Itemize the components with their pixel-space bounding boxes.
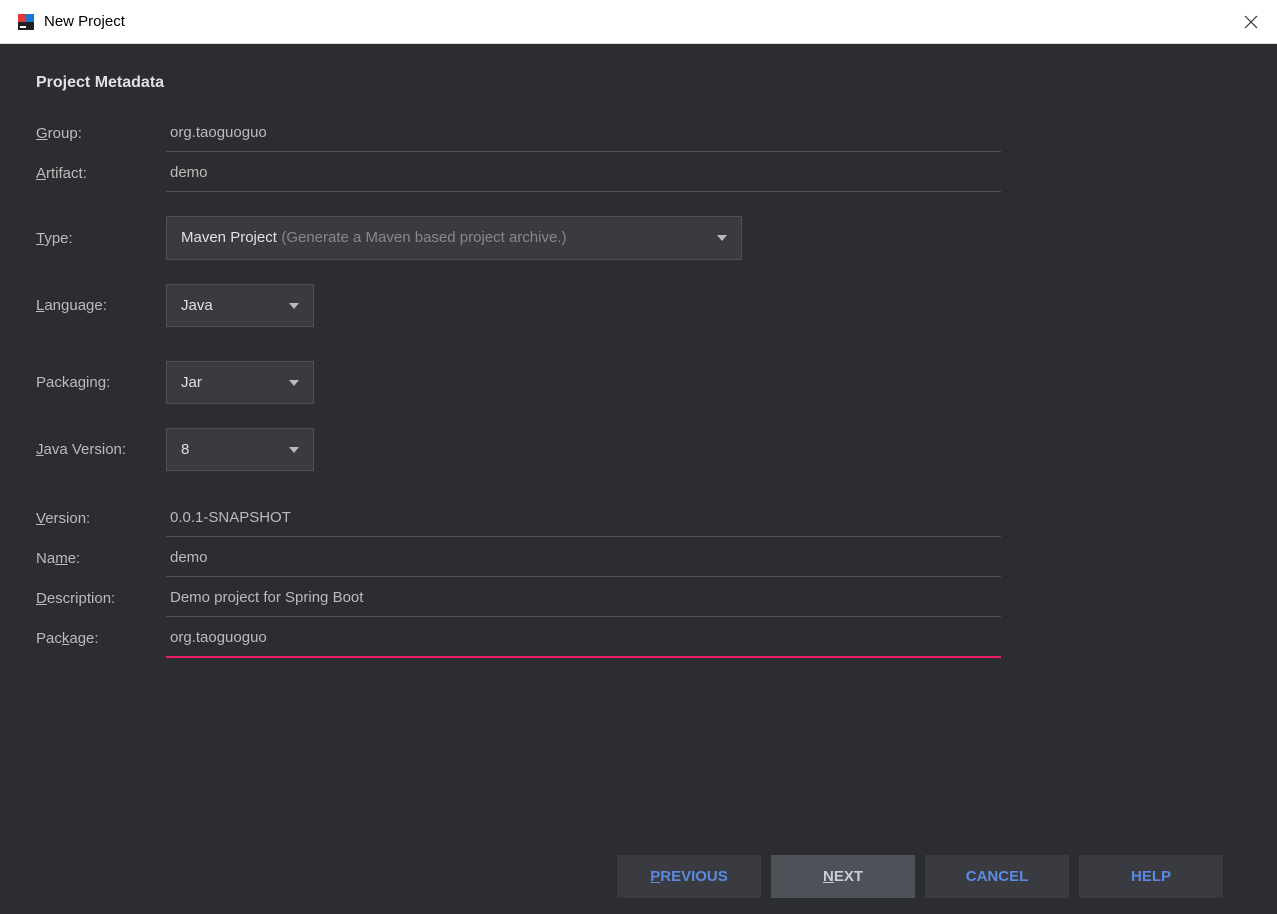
description-label: Description: (36, 590, 166, 607)
language-dropdown[interactable]: Java (166, 284, 314, 327)
cancel-button[interactable]: CANCEL (925, 855, 1069, 898)
window-title: New Project (44, 13, 125, 30)
intellij-icon (16, 12, 36, 32)
footer-buttons: PREVIOUS NEXT CANCEL HELP (36, 839, 1241, 914)
titlebar: New Project (0, 0, 1277, 44)
chevron-down-icon (289, 447, 299, 453)
description-input[interactable] (166, 579, 1001, 617)
name-input[interactable] (166, 539, 1001, 577)
version-label: Version: (36, 510, 166, 527)
chevron-down-icon (717, 235, 727, 241)
packaging-label: Packaging: (36, 374, 166, 391)
language-label: Language: (36, 297, 166, 314)
group-input[interactable] (166, 114, 1001, 152)
artifact-label: Artifact: (36, 165, 166, 182)
section-heading: Project Metadata (36, 74, 1241, 92)
close-icon (1244, 15, 1258, 29)
close-button[interactable] (1241, 12, 1261, 32)
package-input[interactable] (166, 619, 1001, 658)
type-dropdown[interactable]: Maven Project (Generate a Maven based pr… (166, 216, 742, 260)
chevron-down-icon (289, 380, 299, 386)
next-button[interactable]: NEXT (771, 855, 915, 898)
package-label: Package: (36, 630, 166, 647)
name-label: Name: (36, 550, 166, 567)
java-version-label: Java Version: (36, 441, 166, 458)
chevron-down-icon (289, 303, 299, 309)
artifact-input[interactable] (166, 154, 1001, 192)
version-input[interactable] (166, 499, 1001, 537)
group-label: Group: (36, 125, 166, 142)
packaging-dropdown[interactable]: Jar (166, 361, 314, 404)
java-version-dropdown[interactable]: 8 (166, 428, 314, 471)
previous-button[interactable]: PREVIOUS (617, 855, 761, 898)
content-area: Project Metadata Group: Artifact: Type: … (0, 44, 1277, 914)
help-button[interactable]: HELP (1079, 855, 1223, 898)
type-label: Type: (36, 230, 166, 247)
